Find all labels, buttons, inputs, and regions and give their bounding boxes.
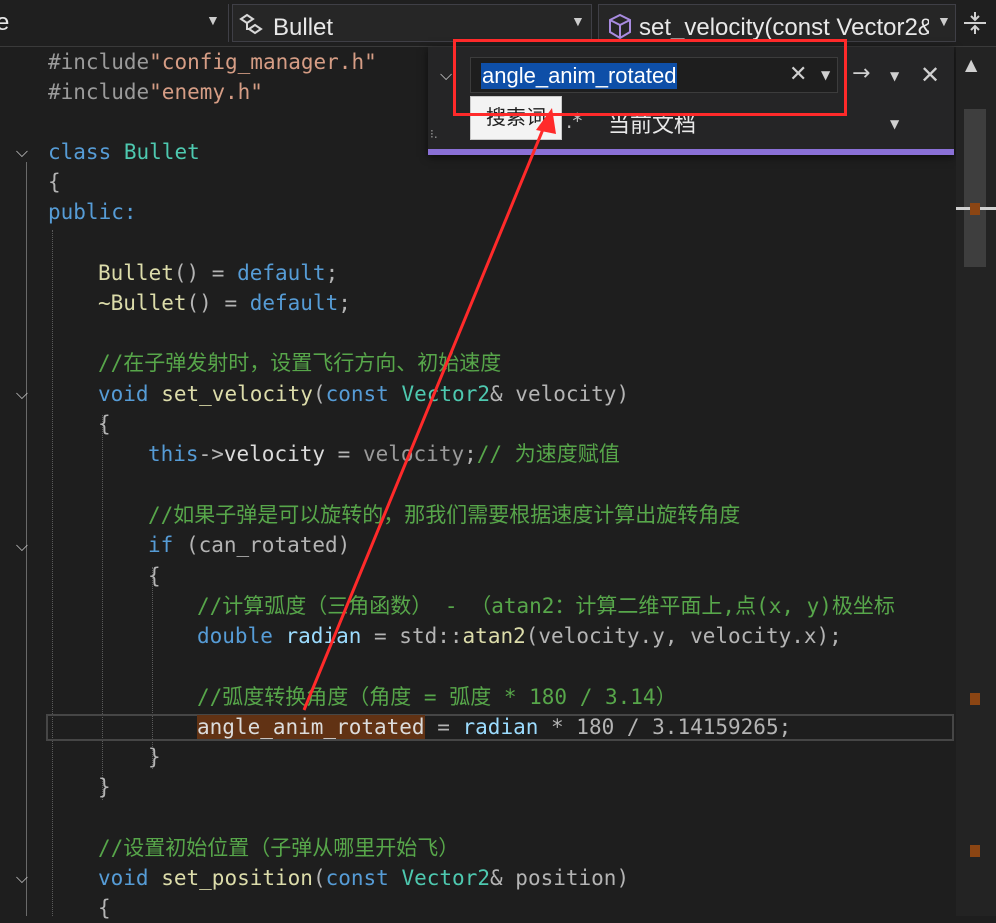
annotation-arrow (302, 108, 556, 711)
